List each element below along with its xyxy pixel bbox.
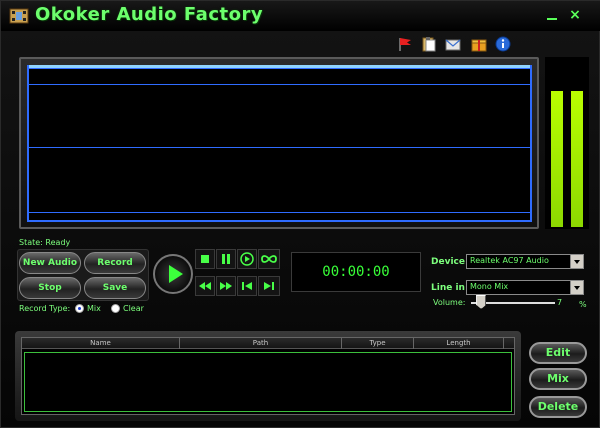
file-list-body[interactable] <box>24 352 512 412</box>
info-icon[interactable] <box>495 36 511 52</box>
record-type-mix-label: Mix <box>87 304 101 313</box>
record-controls-panel: New Audio Record Stop Save <box>17 249 149 301</box>
line-in-label: Line in: <box>431 283 469 293</box>
close-icon[interactable]: × <box>568 8 582 22</box>
column-header-name[interactable]: Name <box>22 338 180 349</box>
column-header-path[interactable]: Path <box>180 338 342 349</box>
device-select-value: Realtek AC97 Audio <box>470 256 549 265</box>
flag-icon[interactable] <box>397 36 413 52</box>
right-level-meter <box>571 91 583 227</box>
stop-icon[interactable] <box>195 249 215 269</box>
app-window: Okoker Audio Factory × State: Ready New … <box>0 0 600 428</box>
file-list-header: Name Path Type Length <box>22 338 514 349</box>
line-in-select-value: Mono Mix <box>470 282 509 291</box>
gift-icon[interactable] <box>471 36 487 52</box>
title-bar[interactable]: Okoker Audio Factory × <box>1 1 600 31</box>
mix-button[interactable]: Mix <box>529 368 587 390</box>
waveform-center-line <box>29 147 530 148</box>
time-display: 00:00:00 <box>291 252 421 292</box>
column-header-length[interactable]: Length <box>414 338 504 349</box>
record-button[interactable]: Record <box>84 252 146 274</box>
waveform-line <box>29 212 530 213</box>
play-icon <box>169 265 183 283</box>
left-level-meter <box>551 91 563 227</box>
play-circle-icon[interactable] <box>237 249 257 269</box>
pause-icon[interactable] <box>216 249 236 269</box>
chevron-down-icon[interactable] <box>570 281 583 294</box>
volume-value: 7 <box>557 298 563 307</box>
volume-unit: % <box>579 300 587 309</box>
device-label: Device: <box>431 257 469 267</box>
save-button[interactable]: Save <box>84 277 146 299</box>
device-select[interactable]: Realtek AC97 Audio <box>466 254 584 269</box>
state-text: State: Ready <box>19 238 71 247</box>
minimize-icon[interactable] <box>545 8 559 22</box>
delete-button[interactable]: Delete <box>529 396 587 418</box>
skip-back-icon[interactable] <box>237 276 257 296</box>
volume-slider-thumb[interactable] <box>476 295 487 309</box>
edit-button[interactable]: Edit <box>529 342 587 364</box>
line-in-select[interactable]: Mono Mix <box>466 280 584 295</box>
waveform-line <box>29 84 530 85</box>
clipboard-icon[interactable] <box>421 36 437 52</box>
record-type-label: Record Type: <box>19 304 71 313</box>
waveform-panel <box>19 57 539 229</box>
chevron-down-icon[interactable] <box>570 255 583 268</box>
waveform-display[interactable] <box>27 65 532 222</box>
app-title: Okoker Audio Factory <box>35 4 264 25</box>
film-icon <box>9 8 29 24</box>
file-list-panel: Name Path Type Length <box>15 331 521 421</box>
fast-forward-icon[interactable] <box>216 276 236 296</box>
mail-icon[interactable] <box>445 36 461 52</box>
file-list[interactable]: Name Path Type Length <box>21 337 515 415</box>
record-type-clear-label: Clear <box>123 304 144 313</box>
new-audio-button[interactable]: New Audio <box>19 252 81 274</box>
column-header-type[interactable]: Type <box>342 338 414 349</box>
rewind-icon[interactable] <box>195 276 215 296</box>
stop-button[interactable]: Stop <box>19 277 81 299</box>
record-type-clear-radio[interactable] <box>111 304 120 313</box>
volume-label: Volume: <box>433 298 466 307</box>
skip-forward-icon[interactable] <box>258 276 280 296</box>
loop-icon[interactable] <box>258 249 280 269</box>
waveform-top-border <box>29 65 530 69</box>
level-meters <box>545 57 589 229</box>
record-type-mix-radio[interactable] <box>75 304 84 313</box>
play-button[interactable] <box>153 254 193 294</box>
